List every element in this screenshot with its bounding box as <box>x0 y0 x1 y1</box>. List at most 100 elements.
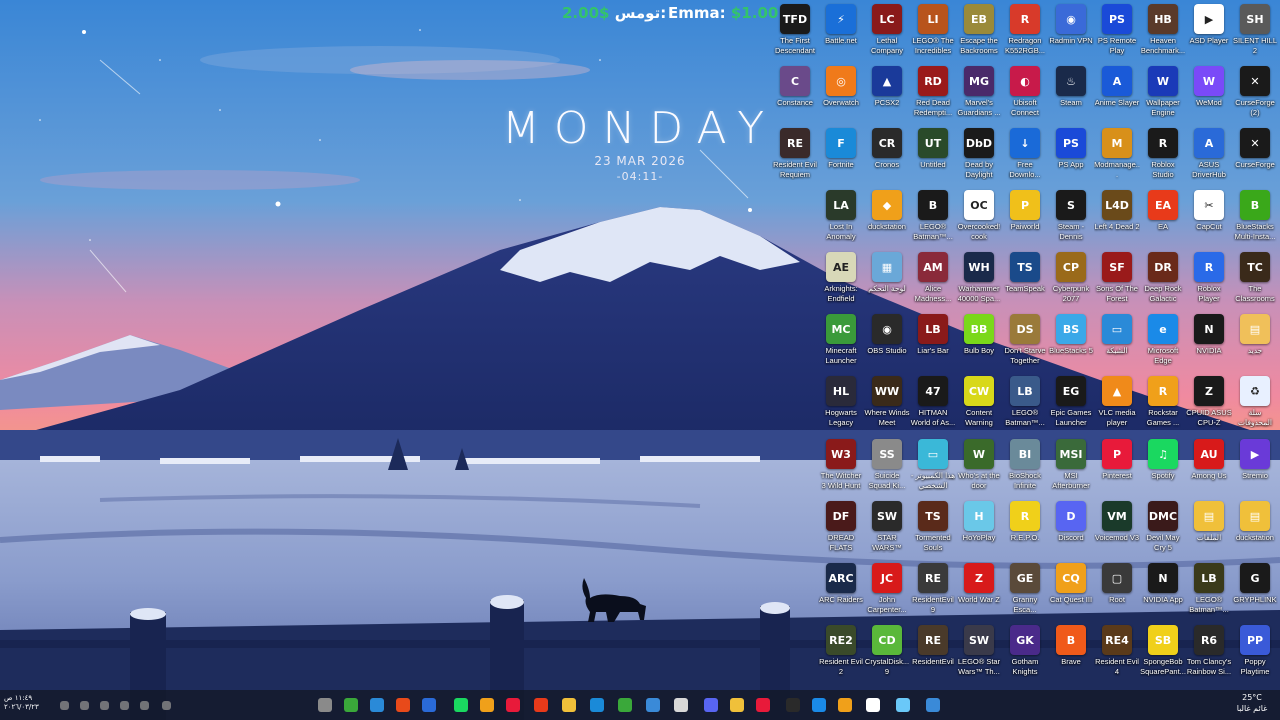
taskbar-app-icon[interactable] <box>812 698 826 712</box>
desktop-icon[interactable]: LB Liar's Bar <box>910 312 956 374</box>
desktop-icon[interactable]: ▭ هذا الكمبيوتر - الشخصي <box>910 437 956 499</box>
desktop-icon[interactable]: PP Poppy Playtime <box>1232 623 1278 685</box>
desktop-icon[interactable]: ♻ سلة المحذوفات <box>1232 374 1278 436</box>
desktop-icon[interactable]: N NVIDIA <box>1186 312 1232 374</box>
desktop-icon[interactable]: ▤ جديد <box>1232 312 1278 374</box>
desktop-icon[interactable]: R Roblox Player <box>1186 250 1232 312</box>
desktop-icon[interactable]: AM Alice Madness... <box>910 250 956 312</box>
desktop-icon[interactable]: JC John Carpenter... <box>864 561 910 623</box>
desktop[interactable]: 2.00$ تومس: Emma: $1.00 MONDAY 23 MAR 20… <box>0 0 1280 720</box>
desktop-icon[interactable]: R Rockstar Games ... <box>1140 374 1186 436</box>
desktop-icon[interactable]: SH SILENT HILL 2 <box>1232 2 1278 64</box>
desktop-icon[interactable]: S Steam - Dennis <box>1048 188 1094 250</box>
desktop-icon[interactable]: R Redragon K552RGB... <box>1002 2 1048 64</box>
desktop-icon[interactable]: R6 Tom Clancy's Rainbow Si... <box>1186 623 1232 685</box>
taskbar-app-icon[interactable] <box>756 698 770 712</box>
desktop-icon[interactable]: TS Tormented Souls <box>910 499 956 561</box>
desktop-icon[interactable]: SB SpongeBob SquarePant... <box>1140 623 1186 685</box>
desktop-icon[interactable]: ◉ OBS Studio <box>864 312 910 374</box>
desktop-icon[interactable]: RE Resident Evil Requiem <box>772 126 818 188</box>
desktop-icon[interactable]: DMC Devil May Cry 5 <box>1140 499 1186 561</box>
desktop-icon[interactable]: UT Untitled <box>910 126 956 188</box>
desktop-icon[interactable]: RE4 Resident Evil 4 <box>1094 623 1140 685</box>
desktop-icon[interactable]: LB LEGO® Batman™... <box>1002 374 1048 436</box>
desktop-icon[interactable]: LC Lethal Company <box>864 2 910 64</box>
desktop-icon[interactable]: ✕ CurseForge <box>1232 126 1278 188</box>
desktop-icon[interactable]: H HoYoPlay <box>956 499 1002 561</box>
desktop-icon[interactable]: D Discord <box>1048 499 1094 561</box>
desktop-icon[interactable]: RD Red Dead Redempti... <box>910 64 956 126</box>
desktop-icon[interactable]: DbD Dead by Daylight <box>956 126 1002 188</box>
desktop-icon[interactable]: SF Sons Of The Forest <box>1094 250 1140 312</box>
taskbar-app-icon[interactable] <box>480 698 494 712</box>
desktop-icon[interactable]: HL Hogwarts Legacy <box>818 374 864 436</box>
desktop-icon[interactable]: ♫ Spotify <box>1140 437 1186 499</box>
desktop-icon[interactable]: BS BlueStacks 5 <box>1048 312 1094 374</box>
taskbar-app-icon[interactable] <box>704 698 718 712</box>
desktop-icon[interactable]: MC Minecraft Launcher <box>818 312 864 374</box>
desktop-icon[interactable]: Z CPUID ASUS CPU-Z <box>1186 374 1232 436</box>
desktop-icon[interactable]: PS PS Remote Play <box>1094 2 1140 64</box>
taskbar-app-icon[interactable] <box>318 698 332 712</box>
taskbar-app-icon[interactable] <box>926 698 940 712</box>
tray-icon[interactable] <box>100 701 109 710</box>
taskbar-app-icon[interactable] <box>838 698 852 712</box>
desktop-icon[interactable]: AE Arknights: Endfield <box>818 250 864 312</box>
desktop-icon[interactable]: RE2 Resident Evil 2 <box>818 623 864 685</box>
tray-icon[interactable] <box>80 701 89 710</box>
desktop-icon[interactable]: OC Overcooked! cook <box>956 188 1002 250</box>
taskbar-app-icon[interactable] <box>396 698 410 712</box>
desktop-icon[interactable]: e Microsoft Edge <box>1140 312 1186 374</box>
desktop-icon[interactable]: ▲ VLC media player <box>1094 374 1140 436</box>
desktop-icon[interactable]: P Pinterest <box>1094 437 1140 499</box>
desktop-icon[interactable]: CR Cronos <box>864 126 910 188</box>
desktop-icon[interactable]: W3 The Witcher 3 Wild Hunt <box>818 437 864 499</box>
tray-icon[interactable] <box>120 701 129 710</box>
taskbar-app-icon[interactable] <box>730 698 744 712</box>
desktop-icon[interactable]: DS Don't Starve Together <box>1002 312 1048 374</box>
desktop-icon[interactable]: WH Warhammer 40000 Spa... <box>956 250 1002 312</box>
desktop-icon[interactable]: DR Deep Rock Galactic <box>1140 250 1186 312</box>
desktop-icon[interactable]: ▲ PCSX2 <box>864 64 910 126</box>
taskbar-app-icon[interactable] <box>866 698 880 712</box>
desktop-icon[interactable]: ◎ Overwatch <box>818 64 864 126</box>
desktop-icon[interactable]: ✂ CapCut <box>1186 188 1232 250</box>
desktop-icon[interactable]: L4D Left 4 Dead 2 <box>1094 188 1140 250</box>
desktop-icon[interactable]: ✕ CurseForge (2) <box>1232 64 1278 126</box>
desktop-icon[interactable]: ◆ duckstation <box>864 188 910 250</box>
taskbar-app-icon[interactable] <box>590 698 604 712</box>
desktop-icon[interactable]: P Paiworld <box>1002 188 1048 250</box>
desktop-icon[interactable]: W Who's at the door <box>956 437 1002 499</box>
desktop-icon[interactable]: RE ResidentEvil <box>910 623 956 685</box>
desktop-icon[interactable]: DF DREAD FLATS <box>818 499 864 561</box>
desktop-icon[interactable]: N NVIDIA App <box>1140 561 1186 623</box>
taskbar-app-icon[interactable] <box>896 698 910 712</box>
taskbar-clock[interactable]: ١١:٤٩ ص ٢٠٢٦/٠٣/٢٣ <box>4 694 39 712</box>
taskbar-app-icon[interactable] <box>786 698 800 712</box>
desktop-icon[interactable]: C Constance <box>772 64 818 126</box>
desktop-icon[interactable]: SWSTAR WARS™ Battlefro... <box>864 499 910 561</box>
desktop-icon[interactable]: B BlueStacks Multi-Insta... <box>1232 188 1278 250</box>
taskbar-app-icon[interactable] <box>674 698 688 712</box>
desktop-icon[interactable]: LI LEGO® The Incredibles <box>910 2 956 64</box>
desktop-icon[interactable]: ▤ duckstation <box>1232 499 1278 561</box>
taskbar-app-icon[interactable] <box>506 698 520 712</box>
tray-icon[interactable] <box>60 701 69 710</box>
desktop-icon[interactable]: CD CrystalDisk... 9 <box>864 623 910 685</box>
taskbar-app-icon[interactable] <box>422 698 436 712</box>
desktop-icon[interactable]: AU Among Us <box>1186 437 1232 499</box>
taskbar-app-icon[interactable] <box>562 698 576 712</box>
desktop-icon[interactable]: TC The Classrooms <box>1232 250 1278 312</box>
taskbar-app-icon[interactable] <box>344 698 358 712</box>
desktop-icon[interactable]: M Modmanage... <box>1094 126 1140 188</box>
weather-widget[interactable]: 25°C غائم غالبا <box>1226 692 1278 714</box>
desktop-icon[interactable]: WW Where Winds Meet <box>864 374 910 436</box>
desktop-icon[interactable]: ▭ الشبكة <box>1094 312 1140 374</box>
desktop-icon[interactable]: R Roblox Studio <box>1140 126 1186 188</box>
desktop-icon[interactable]: ◐ Ubisoft Connect <box>1002 64 1048 126</box>
desktop-icon[interactable]: CW Content Warning <box>956 374 1002 436</box>
desktop-icon[interactable]: CQ Cat Quest III <box>1048 561 1094 623</box>
desktop-icon[interactable]: VM Voicemod V3 <box>1094 499 1140 561</box>
taskbar-app-icon[interactable] <box>534 698 548 712</box>
desktop-icon[interactable]: F Fortnite <box>818 126 864 188</box>
